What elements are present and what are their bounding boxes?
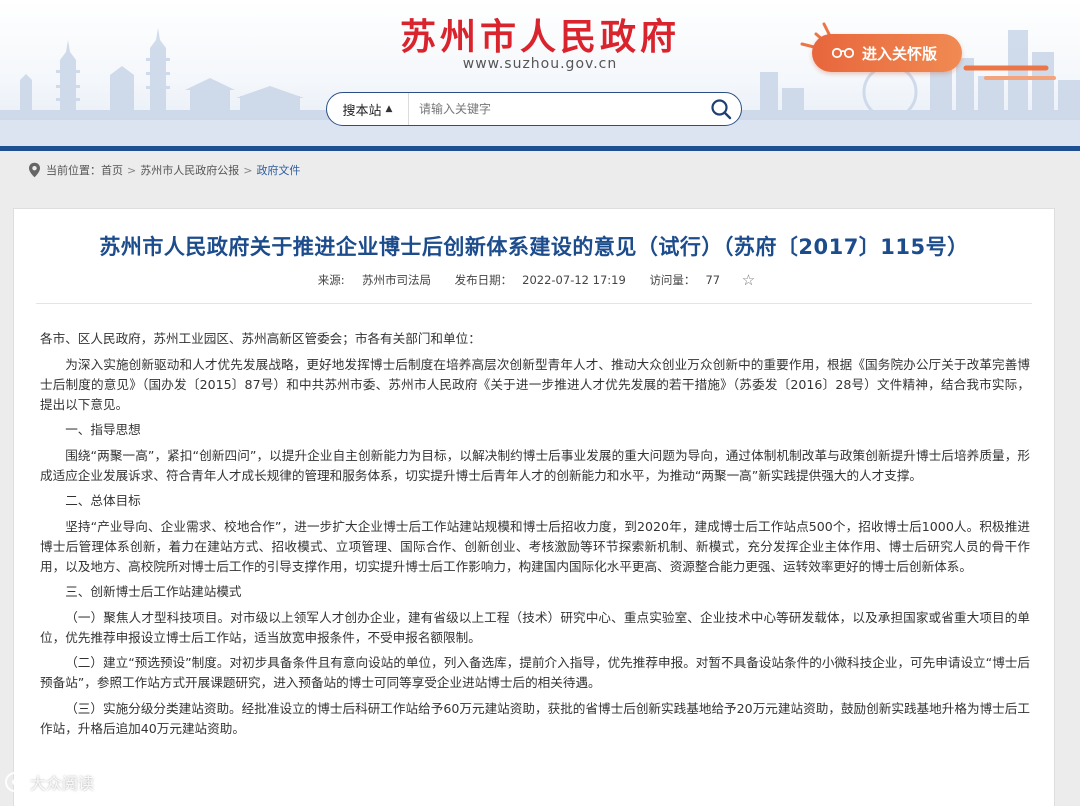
search-icon	[711, 99, 732, 120]
star-icon[interactable]: ☆	[742, 271, 755, 289]
section-heading: 二、总体目标	[65, 493, 141, 508]
source-value: 苏州市司法局	[361, 273, 431, 287]
care-mode-button[interactable]: 进入关怀版	[812, 34, 962, 72]
glasses-icon	[832, 47, 854, 59]
article-body: 各市、区人民政府，苏州工业园区、苏州高新区管委会；市各有关部门和单位： 为深入实…	[40, 329, 1030, 744]
site-header: 苏州市人民政府 www.suzhou.gov.cn 进入关怀版 搜本站 ▲	[0, 0, 1080, 146]
caret-up-icon: ▲	[385, 104, 393, 114]
care-mode-label: 进入关怀版	[862, 44, 938, 63]
article-paragraph: （三）实施分级分类建站资助。经批准设立的博士后科研工作站给予60万元建站资助，获…	[40, 700, 1030, 736]
source-label: 来源:	[317, 273, 345, 287]
watermark: 大众阅读	[4, 770, 94, 794]
article-panel: 苏州市人民政府关于推进企业博士后创新体系建设的意见（试行）（苏府〔2017〕11…	[13, 208, 1055, 806]
article-title: 苏州市人民政府关于推进企业博士后创新体系建设的意见（试行）（苏府〔2017〕11…	[99, 235, 969, 259]
section-heading: 一、指导思想	[65, 422, 141, 437]
breadcrumb: 当前位置： 首页 > 苏州市人民政府公报 > 政府文件	[28, 160, 300, 180]
breadcrumb-government-documents[interactable]: 政府文件	[256, 162, 300, 178]
breadcrumb-label: 当前位置：	[46, 164, 101, 177]
search-scope-label: 搜本站	[342, 103, 382, 119]
search-scope-dropdown[interactable]: 搜本站 ▲	[327, 93, 409, 125]
watermark-logo-icon	[5, 772, 25, 792]
article-paragraph: （一）聚焦人才型科技项目。对市级以上领军人才创办企业，建有省级以上工程（技术）研…	[40, 609, 1030, 645]
search-input[interactable]	[409, 93, 701, 125]
article-paragraph: （二）建立“预选预设”制度。对初步具备条件且有意向设站的单位，列入备选库，提前介…	[40, 655, 1030, 690]
header-divider-bar	[0, 146, 1080, 151]
publish-date-label: 发布日期：	[454, 273, 513, 287]
salutation: 各市、区人民政府，苏州工业园区、苏州高新区管委会；市各有关部门和单位：	[40, 331, 481, 346]
breadcrumb-separator: >	[127, 163, 137, 177]
breadcrumb-gazette[interactable]: 苏州市人民政府公报	[140, 162, 239, 178]
publish-date-value: 2022-07-12 17:19	[522, 273, 626, 287]
article-paragraph: 坚持“产业导向、企业需求、校地合作”，进一步扩大企业博士后工作站建站规模和博士后…	[40, 518, 1030, 574]
views-value: 77	[705, 273, 721, 287]
breadcrumb-home[interactable]: 首页	[101, 162, 123, 178]
search-bar: 搜本站 ▲	[326, 92, 742, 126]
article-meta: 来源: 苏州市司法局 发布日期： 2022-07-12 17:19 访问量： 77 …	[14, 271, 1054, 289]
breadcrumb-separator: >	[243, 163, 253, 177]
search-button[interactable]	[701, 93, 741, 125]
views-label: 访问量：	[649, 273, 696, 287]
meta-divider	[36, 303, 1032, 304]
article-paragraph: 围绕“两聚一高”，紧扣“创新四问”，以提升企业自主创新能力为目标，以解决制约博士…	[40, 447, 1030, 483]
watermark-text: 大众阅读	[30, 774, 95, 793]
section-heading: 三、创新博士后工作站建站模式	[65, 584, 242, 599]
article-paragraph: 为深入实施创新驱动和人才优先发展战略，更好地发挥博士后制度在培养高层次创新型青年…	[40, 356, 1030, 412]
location-pin-icon	[29, 162, 40, 178]
